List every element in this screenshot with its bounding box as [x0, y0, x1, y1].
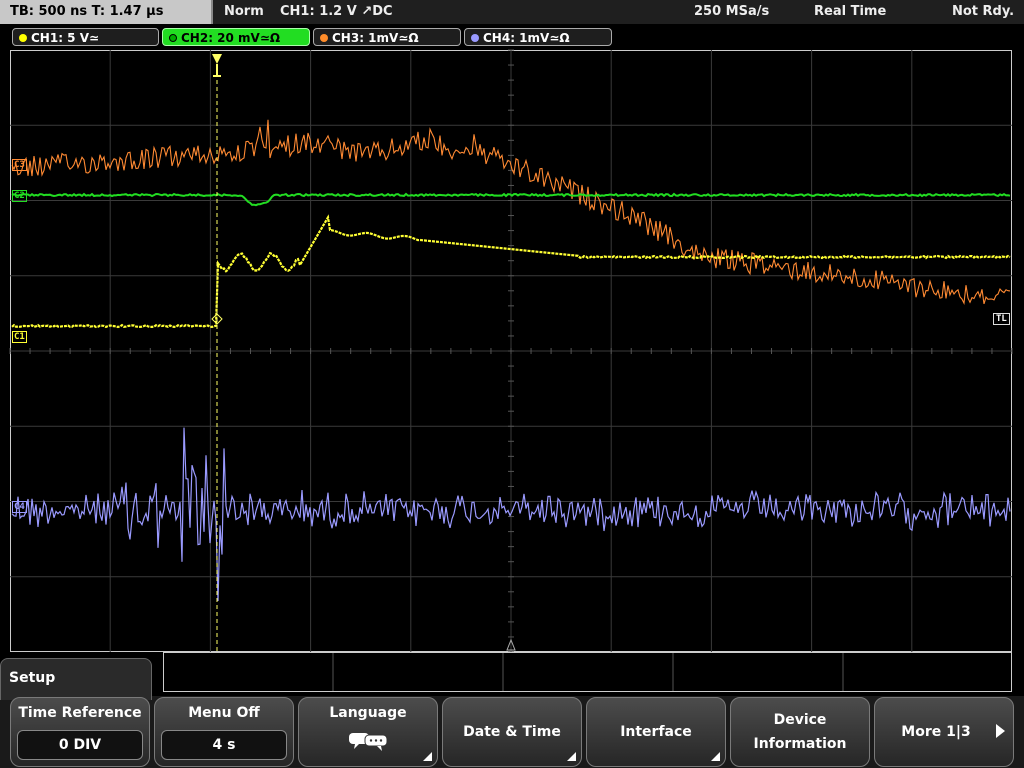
trigger-position-marker	[212, 54, 222, 64]
speech-bubbles-icon	[349, 733, 388, 751]
arrow-right-icon	[996, 724, 1005, 738]
submenu-indicator-icon	[423, 752, 432, 761]
date-time-label: Date & Time	[463, 724, 561, 740]
submenu-indicator-icon	[711, 752, 720, 761]
time-reference-value[interactable]: 0 DIV	[17, 730, 143, 760]
menu-off-label: Menu Off	[188, 705, 260, 721]
menu-off-softkey[interactable]: Menu Off 4 s	[154, 697, 294, 767]
menu-off-value[interactable]: 4 s	[161, 730, 287, 760]
trace-label-c3[interactable]: C3	[12, 159, 27, 171]
device-information-label-line1: Device	[773, 712, 827, 728]
language-label: Language	[329, 705, 407, 721]
time-reference-softkey[interactable]: Time Reference 0 DIV	[10, 697, 150, 767]
trace-label-c4[interactable]: C4	[12, 501, 27, 513]
interface-softkey[interactable]: Interface	[586, 697, 726, 767]
trace-label-c2[interactable]: C2	[12, 190, 27, 202]
date-time-softkey[interactable]: Date & Time	[442, 697, 582, 767]
trigger-level-label[interactable]: TL	[993, 313, 1010, 325]
language-softkey[interactable]: Language	[298, 697, 438, 767]
device-information-softkey[interactable]: Device Information	[730, 697, 870, 767]
more-softkey[interactable]: More 1|3	[874, 697, 1014, 767]
time-reference-label: Time Reference	[18, 705, 142, 721]
more-label: More 1|3	[901, 724, 971, 740]
submenu-indicator-icon	[567, 752, 576, 761]
markers	[211, 54, 516, 652]
interface-label: Interface	[620, 724, 692, 740]
menu-title: Setup	[0, 658, 152, 700]
trace-label-c1[interactable]: C1	[12, 331, 27, 343]
device-information-label-line2: Information	[753, 736, 847, 752]
history-strip	[163, 652, 1012, 692]
grid-lines	[9, 49, 1013, 692]
